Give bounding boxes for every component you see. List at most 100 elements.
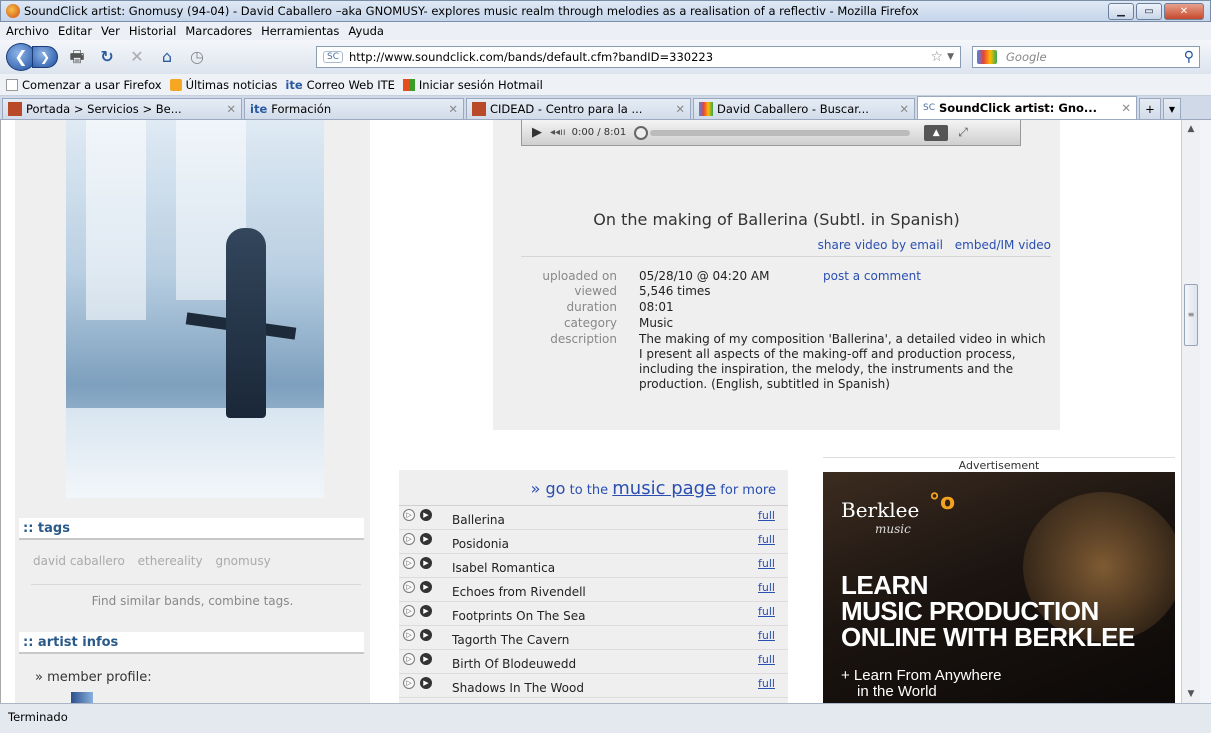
track-name[interactable]: Tagorth The Cavern xyxy=(452,633,569,647)
track-name[interactable]: Birth Of Blodeuwedd xyxy=(452,657,576,671)
seek-knob[interactable] xyxy=(634,125,649,140)
history-clock-icon[interactable]: ◷ xyxy=(186,46,208,68)
full-track-link[interactable]: full xyxy=(758,533,775,546)
music-page-link[interactable]: » go to the music page for more xyxy=(399,470,788,506)
fullscreen-icon[interactable]: ⤢ xyxy=(958,125,968,140)
track-name[interactable]: Footprints On The Sea xyxy=(452,609,585,623)
full-track-link[interactable]: full xyxy=(758,581,775,594)
viewed-label: viewed xyxy=(574,284,617,298)
forward-button[interactable]: ❯ xyxy=(32,46,58,68)
play-track-icon[interactable]: ▶ xyxy=(420,605,432,617)
reload-icon[interactable]: ↻ xyxy=(96,46,118,68)
print-icon[interactable]: 🖶 xyxy=(66,46,88,68)
url-bar[interactable]: SC http://www.soundclick.com/bands/defau… xyxy=(316,46,961,68)
track-name[interactable]: Ballerina xyxy=(452,513,505,527)
stop-icon[interactable]: ✕ xyxy=(126,46,148,68)
play-icon[interactable]: ▶ xyxy=(532,125,542,140)
scroll-down-icon[interactable]: ▼ xyxy=(1182,685,1200,703)
bookmark-getting-started[interactable]: Comenzar a usar Firefox xyxy=(6,78,162,92)
menu-ayuda[interactable]: Ayuda xyxy=(348,24,384,38)
bookmark-correo-ite[interactable]: ite Correo Web ITE xyxy=(285,78,395,92)
play-track-icon[interactable]: ▶ xyxy=(420,677,432,689)
track-name[interactable]: Isabel Romantica xyxy=(452,561,555,575)
track-name[interactable]: Posidonia xyxy=(452,537,509,551)
seek-track[interactable] xyxy=(650,129,911,136)
tag-link[interactable]: david caballero xyxy=(33,554,125,568)
menu-herramientas[interactable]: Herramientas xyxy=(261,24,339,38)
tab-list-dropdown-icon[interactable]: ▼ xyxy=(1163,98,1181,119)
preview-play-icon[interactable]: ▷ xyxy=(403,581,415,593)
track-name[interactable]: Shadows In The Wood xyxy=(452,681,584,695)
bookmark-star-icon[interactable]: ☆ xyxy=(931,49,944,65)
home-icon[interactable]: ⌂ xyxy=(156,46,178,68)
volume-icon[interactable]: ◂◂ıı xyxy=(550,127,566,138)
search-box[interactable]: Google ⚲ xyxy=(972,46,1200,68)
preview-play-icon[interactable]: ▷ xyxy=(403,509,415,521)
tags-list: david caballero ethereality gnomusy xyxy=(33,554,280,568)
tab-soundclick[interactable]: SC SoundClick artist: Gno... ✕ xyxy=(917,96,1137,119)
share-video-email-link[interactable]: share video by email xyxy=(818,238,943,252)
new-tab-button[interactable]: + xyxy=(1139,98,1161,119)
bookmark-hotmail[interactable]: Iniciar sesión Hotmail xyxy=(402,78,543,92)
full-track-link[interactable]: full xyxy=(758,677,775,690)
preview-play-icon[interactable]: ▷ xyxy=(403,533,415,545)
berklee-ad-banner[interactable]: Berklee °o music LEARN MUSIC PRODUCTION … xyxy=(823,472,1175,703)
play-track-icon[interactable]: ▶ xyxy=(420,533,432,545)
close-tab-icon[interactable]: ✕ xyxy=(1121,101,1131,115)
music-page-anchor[interactable]: music page xyxy=(612,478,716,499)
url-text[interactable]: http://www.soundclick.com/bands/default.… xyxy=(349,50,931,64)
vertical-scrollbar[interactable]: ▲ ≡ ▼ xyxy=(1181,120,1200,703)
tab-google-search[interactable]: David Caballero - Buscar... ✕ xyxy=(693,98,915,119)
play-track-icon[interactable]: ▶ xyxy=(420,629,432,641)
menu-archivo[interactable]: Archivo xyxy=(6,24,49,38)
scroll-thumb[interactable]: ≡ xyxy=(1184,284,1198,346)
play-track-icon[interactable]: ▶ xyxy=(420,509,432,521)
full-track-link[interactable]: full xyxy=(758,653,775,666)
bookmark-latest-news[interactable]: Últimas noticias xyxy=(169,78,277,92)
advertisement-label: Advertisement xyxy=(823,457,1175,472)
full-track-link[interactable]: full xyxy=(758,557,775,570)
preview-play-icon[interactable]: ▷ xyxy=(403,677,415,689)
play-track-icon[interactable]: ▶ xyxy=(420,653,432,665)
url-dropdown-icon[interactable]: ▼ xyxy=(947,52,954,62)
embed-video-link[interactable]: embed/IM video xyxy=(955,238,1051,252)
preview-play-icon[interactable]: ▷ xyxy=(403,557,415,569)
tab-formacion[interactable]: ite Formación ✕ xyxy=(244,98,464,119)
page-content: :: tags david caballero ethereality gnom… xyxy=(0,120,1181,703)
tag-link[interactable]: ethereality xyxy=(138,554,203,568)
full-track-link[interactable]: full xyxy=(758,629,775,642)
google-engine-icon[interactable] xyxy=(977,50,997,64)
ite-logo-icon: ite xyxy=(250,102,268,116)
minimize-button[interactable]: ▁ xyxy=(1108,2,1134,20)
tab-cidead[interactable]: CIDEAD - Centro para la ... ✕ xyxy=(466,98,691,119)
track-name[interactable]: Echoes from Rivendell xyxy=(452,585,586,599)
search-placeholder[interactable]: Google xyxy=(1006,50,1184,64)
search-icon[interactable]: ⚲ xyxy=(1184,49,1194,65)
tab-label: SoundClick artist: Gno... xyxy=(939,101,1098,115)
eject-icon[interactable]: ▲ xyxy=(924,124,949,141)
close-tab-icon[interactable]: ✕ xyxy=(899,102,909,116)
tag-link[interactable]: gnomusy xyxy=(215,554,270,568)
menu-marcadores[interactable]: Marcadores xyxy=(185,24,252,38)
menu-ver[interactable]: Ver xyxy=(101,24,120,38)
play-track-icon[interactable]: ▶ xyxy=(420,581,432,593)
track-row: ▷ ▶ Shadows In The Wood full xyxy=(399,674,788,698)
member-avatar-icon[interactable] xyxy=(71,692,93,703)
menu-editar[interactable]: Editar xyxy=(58,24,92,38)
preview-play-icon[interactable]: ▷ xyxy=(403,605,415,617)
tab-portada[interactable]: Portada > Servicios > Be... ✕ xyxy=(2,98,242,119)
full-track-link[interactable]: full xyxy=(758,509,775,522)
maximize-button[interactable]: ▭ xyxy=(1136,2,1162,20)
menu-historial[interactable]: Historial xyxy=(129,24,177,38)
close-tab-icon[interactable]: ✕ xyxy=(226,102,236,116)
close-tab-icon[interactable]: ✕ xyxy=(675,102,685,116)
full-track-link[interactable]: full xyxy=(758,605,775,618)
scroll-up-icon[interactable]: ▲ xyxy=(1182,120,1200,138)
play-track-icon[interactable]: ▶ xyxy=(420,557,432,569)
close-tab-icon[interactable]: ✕ xyxy=(448,102,458,116)
post-comment-link[interactable]: post a comment xyxy=(823,269,921,283)
close-window-button[interactable]: ✕ xyxy=(1164,2,1204,20)
preview-play-icon[interactable]: ▷ xyxy=(403,653,415,665)
find-similar-link[interactable]: Find similar bands, combine tags. xyxy=(15,594,370,608)
preview-play-icon[interactable]: ▷ xyxy=(403,629,415,641)
